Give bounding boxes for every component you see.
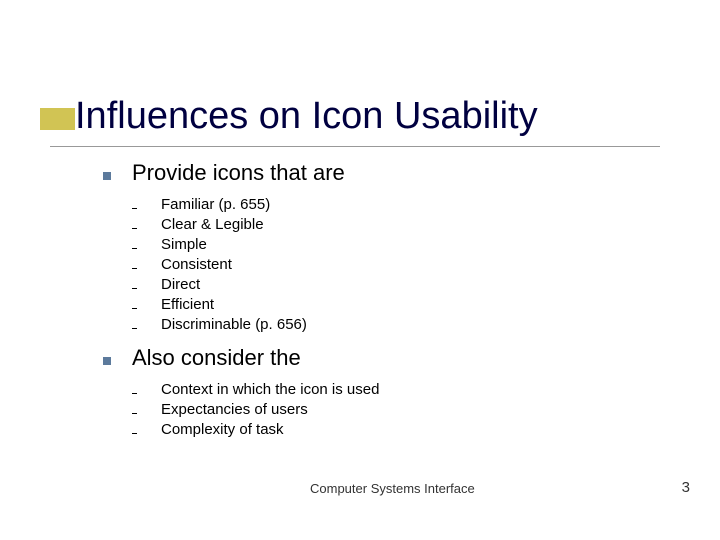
item-text: Efficient xyxy=(161,296,214,313)
square-bullet-icon xyxy=(103,172,111,180)
heading-text: Provide icons that are xyxy=(132,160,345,186)
dash-bullet-icon xyxy=(132,268,137,270)
list-item: Complexity of task xyxy=(132,421,379,438)
list-item: Direct xyxy=(132,276,379,293)
section-heading-2: Also consider the xyxy=(103,345,379,371)
list-item: Expectancies of users xyxy=(132,401,379,418)
dash-bullet-icon xyxy=(132,248,137,250)
title-underline xyxy=(50,146,660,147)
dash-bullet-icon xyxy=(132,288,137,290)
list-item: Consistent xyxy=(132,256,379,273)
list-item: Context in which the icon is used xyxy=(132,381,379,398)
footer-text: Computer Systems Interface xyxy=(310,481,475,496)
list-item: Efficient xyxy=(132,296,379,313)
list-item: Simple xyxy=(132,236,379,253)
list-item: Discriminable (p. 656) xyxy=(132,316,379,333)
item-text: Context in which the icon is used xyxy=(161,381,379,398)
square-bullet-icon xyxy=(103,357,111,365)
dash-bullet-icon xyxy=(132,433,137,435)
section-heading-1: Provide icons that are xyxy=(103,160,379,186)
dash-bullet-icon xyxy=(132,208,137,210)
item-text: Discriminable (p. 656) xyxy=(161,316,307,333)
item-text: Clear & Legible xyxy=(161,216,264,233)
item-text: Simple xyxy=(161,236,207,253)
dash-bullet-icon xyxy=(132,328,137,330)
dash-bullet-icon xyxy=(132,413,137,415)
slide-title: Influences on Icon Usability xyxy=(75,95,538,138)
item-text: Consistent xyxy=(161,256,232,273)
page-number: 3 xyxy=(682,479,690,496)
item-text: Direct xyxy=(161,276,200,293)
accent-bar xyxy=(40,108,75,130)
list-item: Clear & Legible xyxy=(132,216,379,233)
slide-content: Provide icons that are Familiar (p. 655)… xyxy=(103,160,379,441)
item-text: Familiar (p. 655) xyxy=(161,196,270,213)
item-text: Expectancies of users xyxy=(161,401,308,418)
dash-bullet-icon xyxy=(132,228,137,230)
heading-text: Also consider the xyxy=(132,345,301,371)
dash-bullet-icon xyxy=(132,393,137,395)
list-item: Familiar (p. 655) xyxy=(132,196,379,213)
item-text: Complexity of task xyxy=(161,421,284,438)
dash-bullet-icon xyxy=(132,308,137,310)
